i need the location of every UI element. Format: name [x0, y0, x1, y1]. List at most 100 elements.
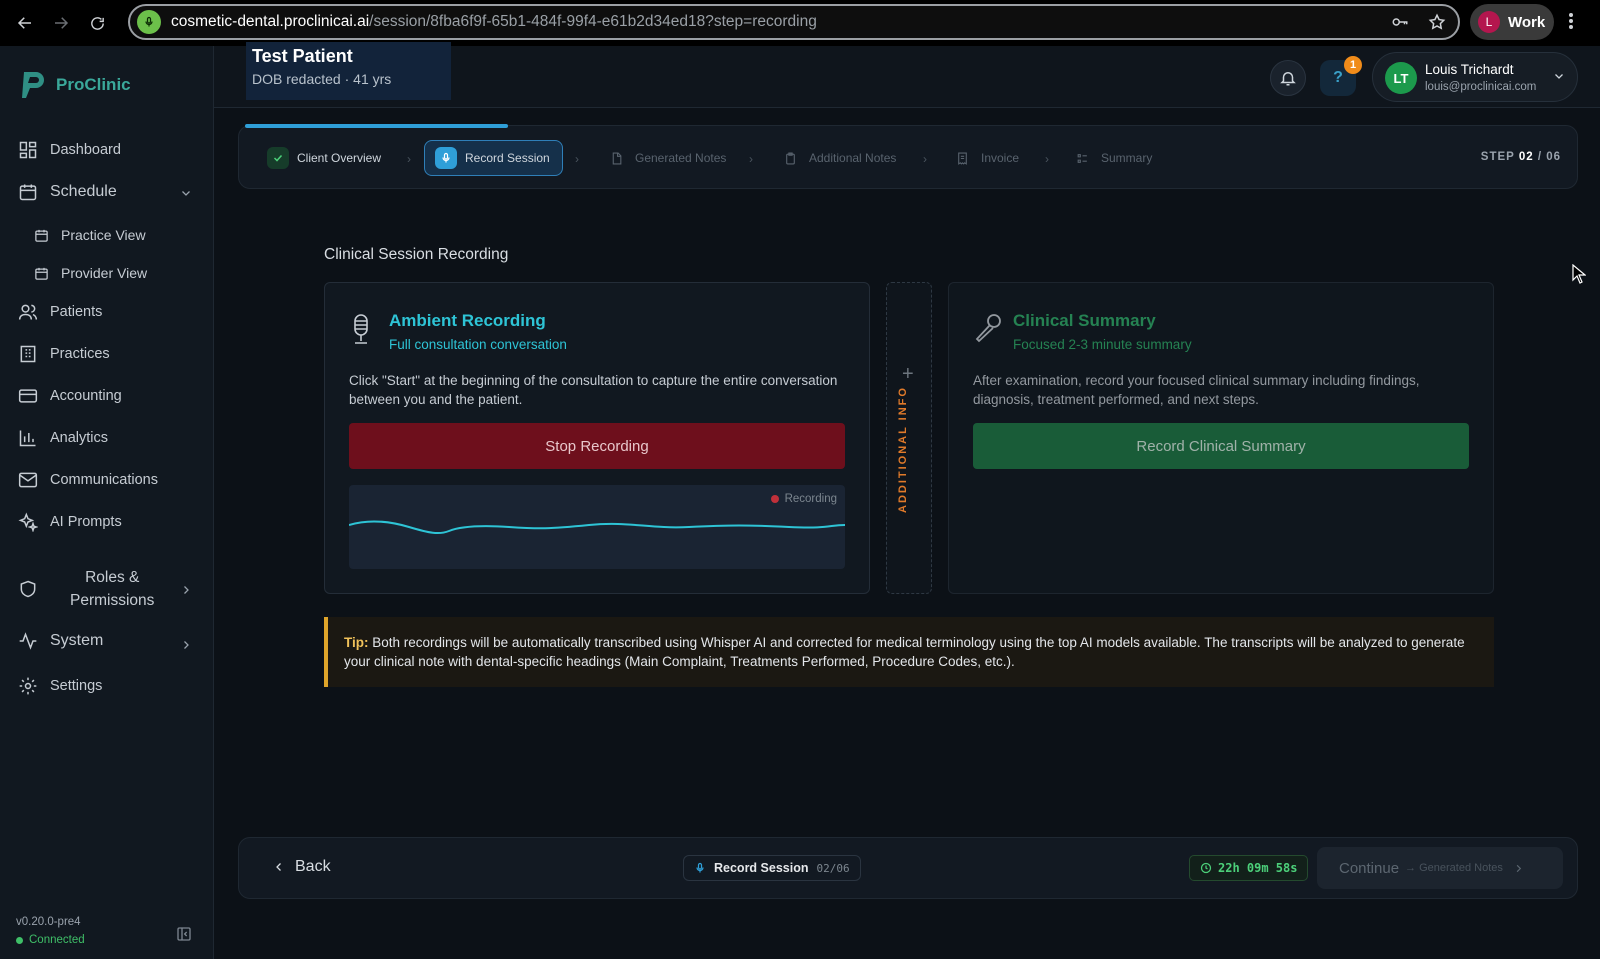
sidebar-item-settings[interactable]: Settings	[18, 676, 102, 696]
back-arrow-icon[interactable]	[14, 12, 36, 34]
continue-button[interactable]: Continue → Generated Notes	[1317, 847, 1563, 889]
question-icon: ?	[1333, 69, 1343, 86]
chevron-right-icon[interactable]	[180, 638, 192, 656]
tip-label: Tip:	[344, 635, 369, 650]
help-badge: 1	[1344, 56, 1362, 74]
sidebar-item-practices[interactable]: Practices	[18, 344, 110, 364]
recording-label: Recording	[784, 493, 837, 505]
microphone-icon	[973, 313, 1003, 348]
sidebar-item-provider-view[interactable]: Provider View	[34, 265, 147, 281]
chevron-right-icon[interactable]	[180, 583, 192, 601]
profile-button[interactable]: L Work	[1470, 4, 1554, 40]
step-generated-notes[interactable]: Generated Notes	[605, 140, 726, 176]
sparkles-icon	[18, 512, 38, 532]
sidebar-item-roles-permissions[interactable]: Roles & Permissions	[18, 566, 154, 612]
separator-dot: ·	[344, 71, 350, 87]
step-record-session[interactable]: Record Session	[424, 140, 563, 176]
page-title: Clinical Session Recording	[324, 246, 509, 263]
step-label: Client Overview	[297, 151, 382, 165]
sidebar-item-label: Provider View	[61, 265, 148, 281]
step-label: Summary	[1101, 151, 1153, 165]
step-label: Generated Notes	[635, 151, 727, 165]
chevron-right-icon: ›	[407, 152, 411, 166]
list-icon	[1071, 147, 1093, 169]
notifications-button[interactable]	[1270, 60, 1306, 96]
microphone-icon	[435, 147, 457, 169]
logo[interactable]: ProClinic	[20, 70, 131, 100]
step-total: / 06	[1537, 151, 1561, 163]
additional-info-toggle[interactable]: + ADDITIONAL INFO	[886, 282, 932, 594]
browser-menu-icon[interactable]	[1568, 12, 1574, 35]
audio-waveform: Recording	[348, 485, 846, 569]
sidebar-item-label: AI Prompts	[50, 514, 122, 530]
step-summary[interactable]: Summary	[1071, 140, 1152, 176]
sidebar-item-patients[interactable]: Patients	[18, 302, 102, 322]
sidebar-item-label: Permissions	[70, 592, 155, 609]
credit-card-icon	[18, 389, 38, 403]
chevron-down-icon	[1553, 69, 1565, 87]
sidebar-item-practice-view[interactable]: Practice View	[34, 227, 146, 243]
user-menu[interactable]: LT Louis Trichardt louis@proclinicai.com	[1372, 52, 1578, 102]
mouse-cursor-icon	[1572, 263, 1587, 289]
tip-text: Both recordings will be automatically tr…	[344, 635, 1465, 669]
stop-recording-button[interactable]: Stop Recording	[349, 423, 845, 469]
profile-label: Work	[1508, 13, 1546, 31]
proclinic-logo-icon	[22, 72, 44, 98]
password-key-icon[interactable]	[1390, 13, 1410, 36]
step-label: Record Session	[465, 151, 550, 165]
sidebar-item-label: Practice View	[61, 227, 146, 243]
clinical-title: Clinical Summary	[1013, 311, 1156, 330]
sidebar-item-system[interactable]: System	[18, 631, 103, 651]
back-button[interactable]: Back	[273, 858, 331, 876]
bookmark-star-icon[interactable]	[1428, 13, 1446, 36]
patient-header: Test Patient DOB redacted · 41 yrs	[246, 42, 451, 100]
continue-sublabel: → Generated Notes	[1405, 862, 1503, 874]
chevron-right-icon: ›	[575, 152, 579, 166]
reload-icon[interactable]	[86, 12, 108, 34]
sidebar-item-schedule[interactable]: Schedule	[18, 182, 117, 202]
browser-toolbar: cosmetic-dental.proclinicai.ai/session/8…	[0, 0, 1600, 46]
help-button[interactable]: ? 1	[1320, 56, 1362, 96]
sidebar-item-label: System	[50, 632, 104, 649]
connection-status: Connected	[16, 934, 85, 946]
ambient-description: Click "Start" at the beginning of the co…	[349, 373, 838, 407]
address-bar[interactable]: cosmetic-dental.proclinicai.ai/session/8…	[128, 4, 1460, 40]
sidebar-item-dashboard[interactable]: Dashboard	[18, 140, 121, 160]
plus-icon: +	[902, 363, 914, 385]
microphone-icon	[696, 862, 704, 873]
users-icon	[18, 304, 38, 320]
chevron-right-icon: ›	[749, 152, 753, 166]
ambient-subtitle: Full consultation conversation	[389, 337, 567, 352]
sidebar-item-accounting[interactable]: Accounting	[18, 386, 122, 406]
sidebar-item-label: Accounting	[50, 388, 122, 404]
chevron-down-icon[interactable]	[180, 186, 192, 204]
chevron-left-icon	[276, 863, 281, 871]
clipboard-icon	[779, 147, 801, 169]
version-label: v0.20.0-pre4	[16, 916, 81, 928]
stepper-progress-bar	[245, 124, 508, 128]
collapse-sidebar-icon[interactable]	[176, 926, 192, 947]
current-step-label: Record Session	[714, 861, 809, 875]
connection-status-text: Connected	[29, 934, 85, 946]
step-additional-notes[interactable]: Additional Notes	[779, 140, 896, 176]
calendar-icon	[35, 267, 48, 280]
url-host: cosmetic-dental.proclinicai.ai	[171, 13, 370, 30]
sidebar-item-ai-prompts[interactable]: AI Prompts	[18, 512, 122, 532]
step-invoice[interactable]: Invoice	[951, 140, 1019, 176]
patient-age: 41 yrs	[353, 71, 392, 87]
step-client-overview[interactable]: Client Overview	[267, 140, 381, 176]
sidebar-item-analytics[interactable]: Analytics	[18, 428, 108, 448]
step-label: Invoice	[981, 151, 1020, 165]
receipt-icon	[951, 147, 973, 169]
clock-icon	[1200, 862, 1212, 874]
sidebar-item-label: Analytics	[50, 430, 109, 446]
forward-arrow-icon[interactable]	[50, 12, 72, 34]
step-label: Additional Notes	[809, 151, 897, 165]
sidebar-item-communications[interactable]: Communications	[18, 470, 158, 490]
activity-icon	[19, 632, 37, 650]
profile-avatar: L	[1478, 11, 1500, 33]
microphone-indicator-icon[interactable]	[137, 10, 161, 34]
recording-indicator: Recording	[770, 493, 837, 505]
record-clinical-summary-button[interactable]: Record Clinical Summary	[973, 423, 1469, 469]
sidebar-item-label: Dashboard	[50, 142, 121, 158]
